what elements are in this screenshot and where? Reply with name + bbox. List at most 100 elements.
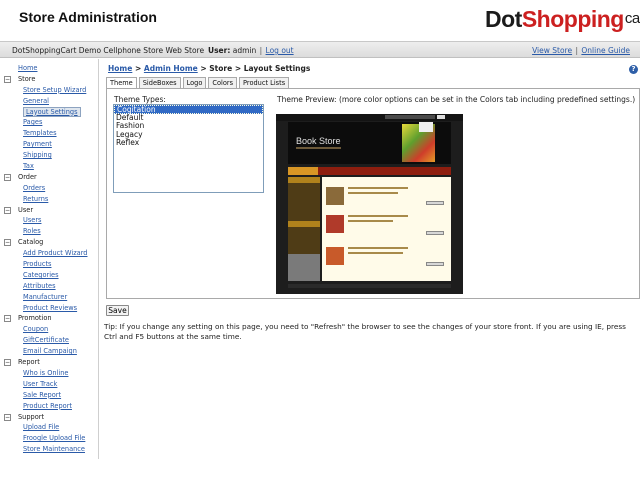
logo-dot: Dot [485, 6, 522, 32]
sidebar-section-store[interactable]: − Store [4, 74, 99, 85]
breadcrumb-admin-home[interactable]: Admin Home [144, 64, 198, 73]
sidebar-item-giftcertificate: GiftCertificate [23, 336, 69, 345]
preview-book-cover [326, 247, 344, 265]
preview-text-line [348, 220, 393, 222]
user-label: User: [208, 46, 231, 55]
preview-book-cover [326, 215, 344, 233]
sidebar: Home − Store Store Setup Wizard General L… [0, 59, 99, 459]
save-button[interactable]: Save [106, 305, 129, 316]
settings-tabs: Theme SideBoxes Logo Colors Product List… [106, 77, 291, 89]
sidebar-item-general: General [23, 96, 49, 105]
breadcrumb-current: Layout Settings [243, 64, 311, 73]
app-title: Store Administration [19, 9, 157, 25]
sidebar-item-froogle-upload-file: Froogle Upload File [23, 434, 86, 443]
sidebar-item-manufacturer: Manufacturer [23, 292, 68, 301]
tab-product-lists[interactable]: Product Lists [239, 77, 290, 88]
sidebar-item-layout-settings: Layout Settings [4, 106, 99, 118]
sidebar-item-who-is-online: Who is Online [23, 368, 69, 377]
preview-text-line [348, 252, 403, 254]
sidebar-item-store-setup-wizard: Store Setup Wizard [23, 85, 87, 94]
preview-book-cover [326, 187, 344, 205]
sidebar-item-tax: Tax [23, 162, 34, 171]
sidebar-section-catalog[interactable]: − Catalog [4, 237, 99, 248]
logo-shopping: Shopping [521, 6, 625, 32]
sidebar-item-product-reviews: Product Reviews [23, 303, 78, 312]
theme-types-listbox[interactable]: Cogitation Default Fashion Legacy Reflex [113, 104, 264, 193]
tab-colors[interactable]: Colors [208, 77, 238, 88]
sidebar-item-product-report: Product Report [23, 401, 72, 410]
collapse-toggle-icon[interactable]: − [4, 75, 11, 83]
preview-text-line [348, 247, 408, 249]
sidebar-item-email-campaign: Email Campaign [23, 347, 77, 356]
preview-cart-box [419, 122, 433, 132]
preview-navbar-active [288, 167, 318, 175]
main-content: Home > Admin Home > Store > Layout Setti… [104, 59, 640, 479]
sidebar-item-payment: Payment [23, 140, 52, 149]
preview-text-line [348, 215, 408, 217]
theme-panel: Theme Types: Cogitation Default Fashion … [106, 88, 640, 299]
collapse-toggle-icon[interactable]: − [4, 413, 11, 421]
sidebar-item-shipping: Shipping [23, 151, 52, 160]
logout-link[interactable]: Log out [266, 46, 294, 55]
sidebar-item-sale-report: Sale Report [23, 390, 62, 399]
sub-header: DotShoppingCart Demo Cellphone Store Web… [0, 41, 640, 58]
collapse-toggle-icon[interactable]: − [4, 315, 11, 323]
sidebar-item-templates: Templates [23, 129, 57, 138]
sidebar-item-pages: Pages [23, 118, 43, 127]
breadcrumb-home[interactable]: Home [108, 64, 132, 73]
header-links: View Store | Online Guide [532, 46, 630, 55]
collapse-toggle-icon[interactable]: − [4, 206, 11, 214]
sidebar-item-orders: Orders [23, 183, 46, 192]
preview-sidebar-box [288, 221, 320, 227]
preview-search [437, 115, 445, 119]
sidebar-section-report[interactable]: − Report [4, 357, 99, 368]
preview-sidebar-header [288, 177, 320, 183]
preview-sidebar-ad [288, 254, 320, 281]
sidebar-item-user-track: User Track [23, 379, 58, 388]
dotshoppingcart-logo: DotShoppingcart [485, 6, 640, 34]
collapse-toggle-icon[interactable]: − [4, 173, 11, 181]
sidebar-item-add-product-wizard: Add Product Wizard [23, 249, 88, 258]
preview-button [426, 201, 444, 205]
collapse-toggle-icon[interactable]: − [4, 239, 11, 247]
logo-cart: cart [624, 10, 640, 27]
sidebar-item-categories: Categories [23, 270, 59, 279]
sidebar-item-coupon: Coupon [23, 325, 49, 334]
top-header: Store Administration DotShoppingcart [0, 0, 640, 38]
tab-logo[interactable]: Logo [182, 77, 207, 88]
preview-footer [288, 284, 451, 288]
breadcrumb: Home > Admin Home > Store > Layout Setti… [108, 64, 311, 73]
collapse-toggle-icon[interactable]: − [4, 359, 11, 367]
sidebar-link-home[interactable]: Home [18, 64, 37, 72]
preview-tagline [296, 147, 341, 149]
sidebar-item-home: Home [4, 63, 99, 74]
theme-types-label: Theme Types: [114, 95, 166, 104]
sidebar-item-returns: Returns [23, 194, 49, 203]
tab-sideboxes[interactable]: SideBoxes [138, 77, 181, 88]
preview-text-line [348, 187, 408, 189]
sidebar-section-user[interactable]: − User [4, 205, 99, 216]
preview-button [426, 231, 444, 235]
online-guide-link[interactable]: Online Guide [581, 46, 630, 55]
sidebar-section-order[interactable]: − Order [4, 172, 99, 183]
theme-preview-image: Book Store [276, 114, 463, 294]
preview-content [322, 177, 451, 281]
sidebar-item-users: Users [23, 216, 42, 225]
preview-button [426, 262, 444, 266]
help-icon[interactable]: ? [629, 65, 638, 74]
sidebar-section-support[interactable]: − Support [4, 412, 99, 423]
sidebar-section-promotion[interactable]: − Promotion [4, 313, 99, 324]
theme-option[interactable]: Reflex [114, 139, 263, 148]
preview-text-line [348, 192, 398, 194]
preview-store-title: Book Store [296, 136, 341, 146]
preview-topnav [385, 115, 435, 119]
sidebar-item-attributes: Attributes [23, 281, 56, 290]
user-info: User: admin | Log out [208, 46, 294, 55]
theme-preview-label: Theme Preview: (more color options can b… [277, 95, 636, 104]
sidebar-item-products: Products [23, 260, 52, 269]
nav-tree: Home − Store Store Setup Wizard General L… [4, 63, 99, 455]
view-store-link[interactable]: View Store [532, 46, 572, 55]
sidebar-item-upload-file: Upload File [23, 423, 60, 432]
tip-text: Tip: If you change any setting on this p… [104, 322, 626, 341]
store-name: DotShoppingCart Demo Cellphone Store Web… [12, 46, 205, 55]
